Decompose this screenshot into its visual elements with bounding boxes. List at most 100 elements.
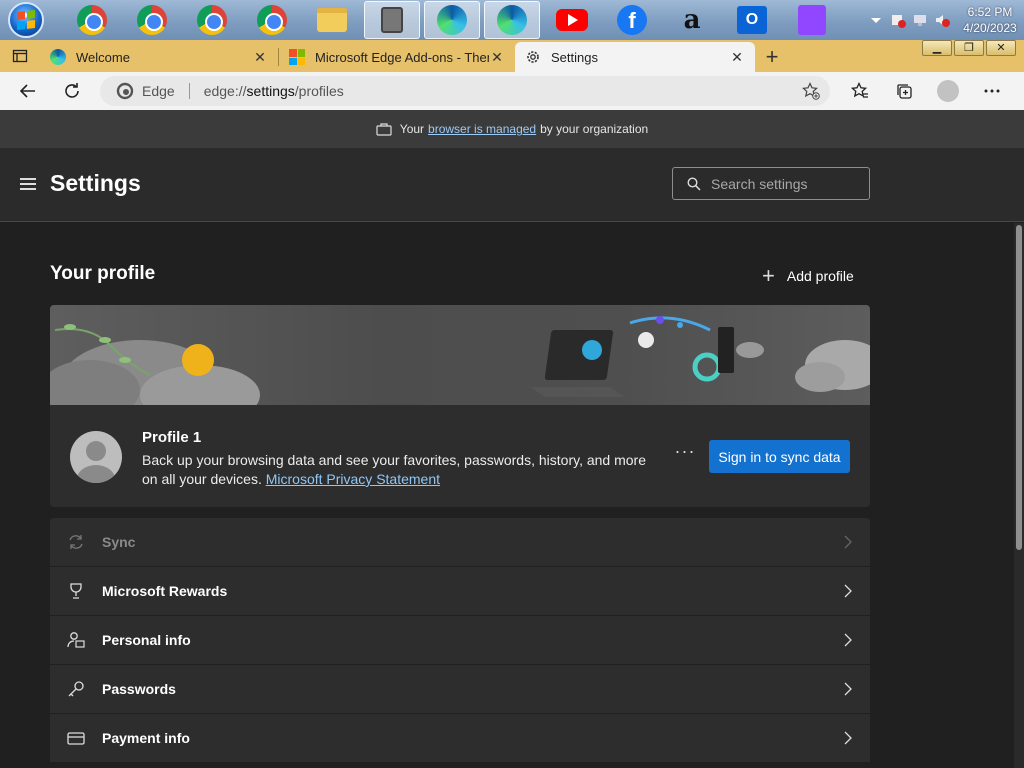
minimize-button[interactable]: ▁ [922,40,952,56]
tab-close-icon[interactable]: ✕ [729,49,745,66]
taskbar-chrome-2[interactable] [124,1,180,39]
taskbar-twitch[interactable] [784,1,840,39]
add-favorite-icon[interactable] [802,82,820,100]
section-title: Your profile [50,263,156,284]
privacy-statement-link[interactable]: Microsoft Privacy Statement [266,471,440,487]
sync-icon [66,532,86,552]
page-scrollbar[interactable] [1014,223,1024,768]
page-title: Settings [50,170,141,196]
taskbar-edge[interactable] [484,1,540,39]
managed-suffix: by your organization [540,122,649,136]
window-controls: ▁ ❐ ✕ [920,40,1016,56]
refresh-button[interactable] [54,75,90,107]
settings-item-passwords[interactable]: Passwords [50,665,870,714]
twitch-icon [798,5,826,35]
taskbar-facebook[interactable]: f [604,1,660,39]
close-window-button[interactable]: ✕ [986,40,1016,56]
taskbar-youtube[interactable] [544,1,600,39]
tab-addons[interactable]: Microsoft Edge Add-ons - Themes ✕ [279,42,515,72]
profile-card: Profile 1 Back up your browsing data and… [50,305,870,507]
refresh-icon [65,83,79,98]
site-label: Edge [142,83,175,99]
taskbar-lock-app[interactable] [364,1,420,39]
chevron-right-icon [844,731,852,745]
volume-muted-icon[interactable] [934,12,950,28]
tab-actions-icon [12,49,28,63]
scrollbar-thumb[interactable] [1016,225,1022,550]
restore-button[interactable]: ❐ [954,40,984,56]
facebook-icon: f [617,5,647,35]
address-bar[interactable]: Edge edge://settings/profiles [100,76,830,106]
settings-item-sync[interactable]: Sync [50,518,870,567]
action-center-icon[interactable] [890,12,906,28]
youtube-icon [556,9,588,31]
taskbar-chrome-4[interactable] [244,1,300,39]
profile-description: Back up your browsing data and see your … [142,452,646,487]
tab-close-icon[interactable]: ✕ [252,49,268,66]
start-button[interactable] [8,2,44,38]
address-separator [188,83,190,99]
back-arrow-icon [19,84,35,98]
favorites-star-icon [851,82,868,98]
profile-name: Profile 1 [142,429,202,446]
tab-label: Settings [551,49,598,65]
settings-item-label: Passwords [102,681,176,697]
profile-button[interactable] [926,75,970,107]
edge-icon [497,5,527,35]
search-settings-box[interactable] [672,167,870,200]
personal-info-icon [66,630,86,650]
tab-settings[interactable]: Settings ✕ [515,42,755,72]
collections-button[interactable] [882,75,926,107]
taskbar-explorer[interactable] [304,1,360,39]
add-profile-button[interactable]: + Add profile [762,263,854,289]
show-hidden-icons-icon[interactable] [868,12,884,28]
profile-more-actions-button[interactable]: ··· [670,441,700,462]
card-icon [66,728,86,748]
plus-icon: + [762,263,775,288]
folder-icon [317,8,347,32]
tab-label: Microsoft Edge Add-ons - Themes [315,49,489,65]
profile-avatar[interactable] [70,431,122,483]
managed-browser-banner: Your browser is managed by your organiza… [0,110,1024,148]
collections-icon [897,84,912,99]
clock[interactable]: 6:52 PM 4/20/2023 [956,4,1024,36]
tab-actions-button[interactable] [0,40,40,72]
banner-artwork [50,316,870,430]
settings-item-personal-info[interactable]: Personal info [50,616,870,665]
tab-close-icon[interactable]: ✕ [489,49,505,66]
taskbar-edge-profile[interactable] [424,1,480,39]
add-profile-label: Add profile [786,268,854,284]
clock-time: 6:52 PM [967,5,1013,19]
browser-toolbar: Edge edge://settings/profiles [0,72,1024,110]
settings-header: Settings [0,148,1024,222]
settings-item-payment-info[interactable]: Payment info [50,714,870,763]
tab-label: Welcome [76,49,130,65]
taskbar-amazon[interactable]: a [664,1,720,39]
settings-and-more-button[interactable] [970,75,1014,107]
managed-prefix: Your [399,122,425,136]
search-settings-input[interactable] [711,175,861,192]
system-tray: 6:52 PM 4/20/2023 [868,0,1024,40]
settings-item-microsoft-rewards[interactable]: Microsoft Rewards [50,567,870,616]
edge-icon [437,5,467,35]
network-icon[interactable] [912,12,928,28]
briefcase-icon [376,123,392,136]
tab-welcome[interactable]: Welcome ✕ [40,42,278,72]
outlook-icon: O [737,6,767,34]
sign-in-sync-button[interactable]: Sign in to sync data [709,440,850,473]
new-tab-button[interactable]: + [755,42,789,72]
search-icon [687,176,701,191]
edge-logo-icon [116,82,134,100]
taskbar-outlook[interactable]: O [724,1,780,39]
taskbar-chrome-1[interactable] [64,1,120,39]
chrome-icon [257,5,287,35]
back-button[interactable] [10,75,46,107]
taskbar-chrome-3[interactable] [184,1,240,39]
chevron-right-icon [844,682,852,696]
chevron-right-icon [844,584,852,598]
favorites-button[interactable] [838,75,882,107]
browser-managed-link[interactable]: browser is managed [428,122,536,136]
chrome-icon [137,5,167,35]
menu-icon[interactable] [20,178,36,190]
chrome-icon [197,5,227,35]
